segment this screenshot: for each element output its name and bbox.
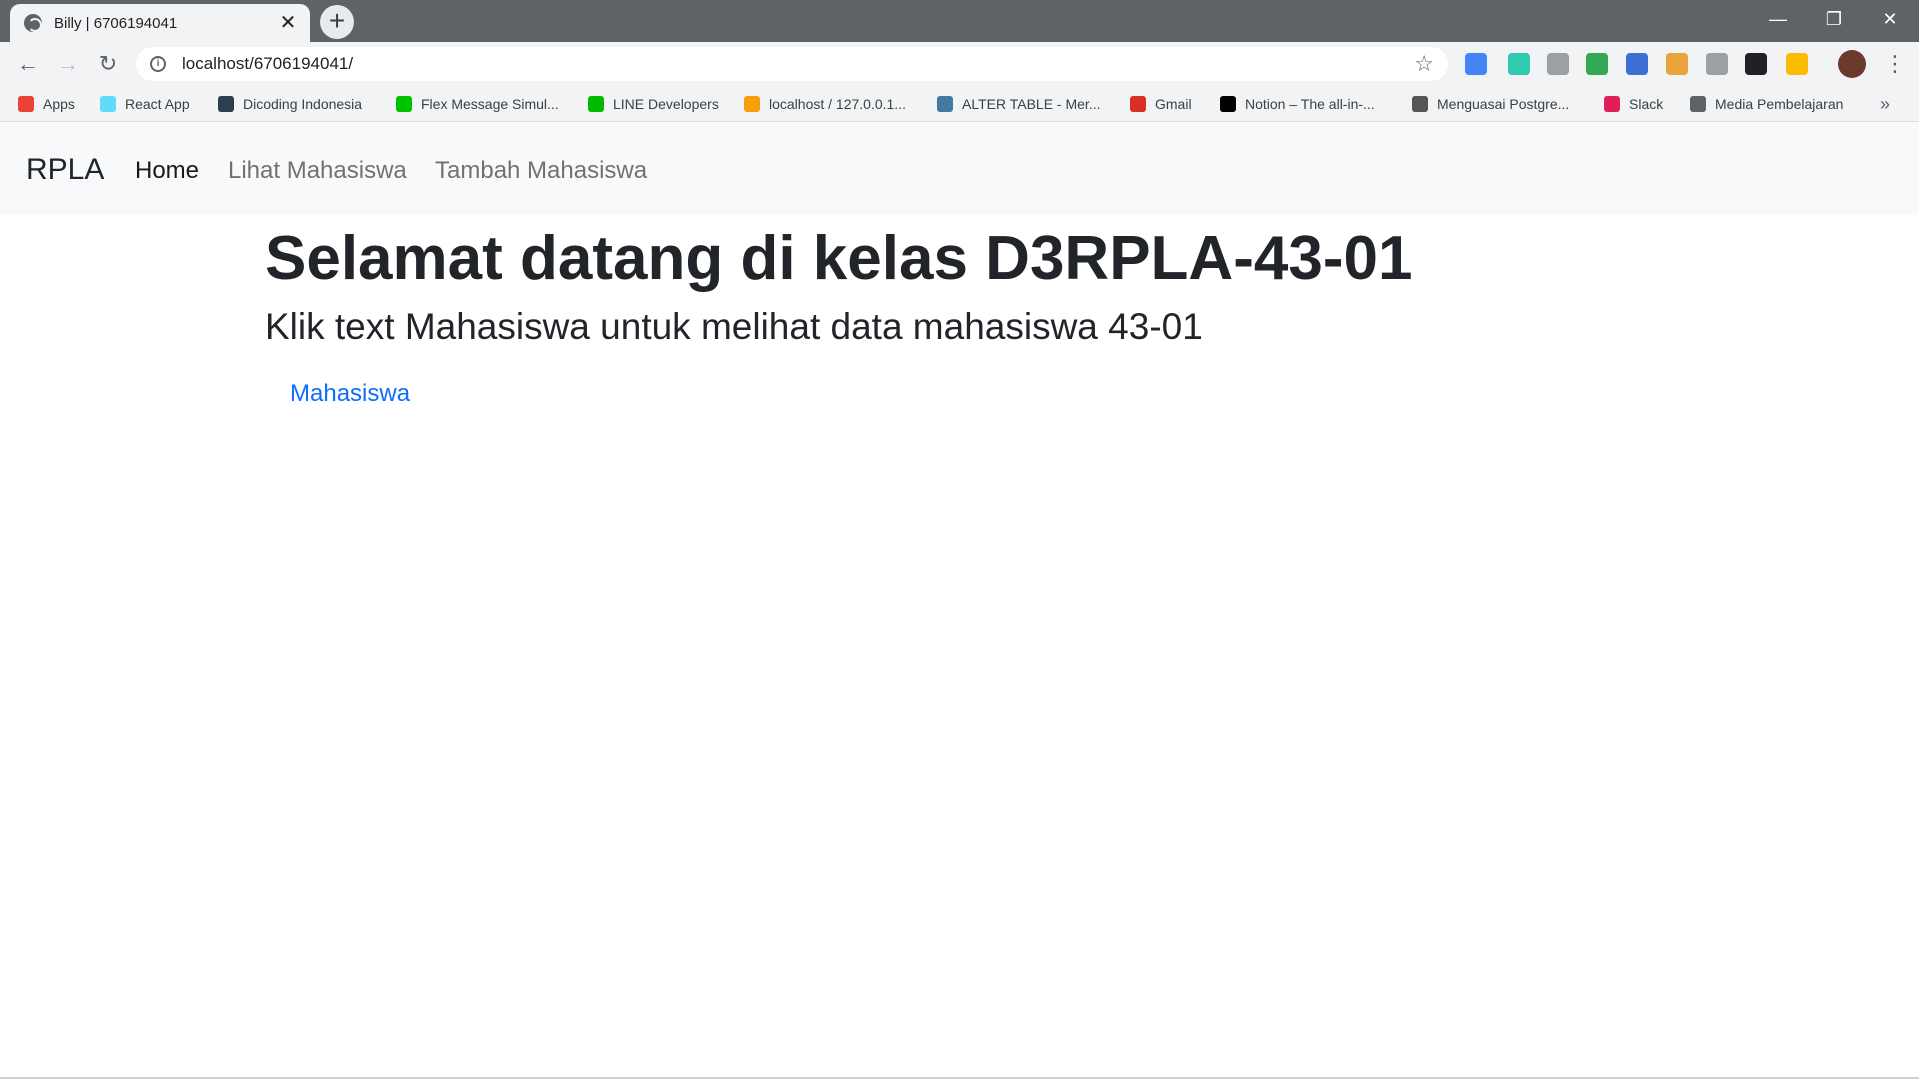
settings-extension-icon[interactable] — [1706, 53, 1728, 75]
navbar-brand[interactable]: RPLA — [26, 155, 104, 185]
bookmark-item[interactable]: ALTER TABLE - Mer... — [937, 94, 1100, 114]
forward-button[interactable]: → — [54, 50, 82, 78]
tab-title: Billy | 6706194041 — [54, 14, 178, 32]
bookmark-item[interactable]: Dicoding Indonesia — [218, 94, 362, 114]
bookmark-item[interactable]: LINE Developers — [588, 94, 719, 114]
phpmyadmin-icon — [744, 96, 760, 112]
globe-icon — [24, 14, 42, 32]
font-extension-icon[interactable] — [1745, 53, 1767, 75]
site-navbar: RPLA Home Lihat Mahasiswa Tambah Mahasis… — [0, 122, 1919, 215]
browser-menu-icon[interactable]: ⋮ — [1884, 50, 1906, 78]
bookmark-star-icon[interactable]: ☆ — [1414, 51, 1434, 77]
bookmark-label: Media Pembelajaran — [1715, 96, 1844, 112]
line-icon — [588, 96, 604, 112]
mahasiswa-link[interactable]: Mahasiswa — [290, 380, 410, 408]
bookmark-label: Menguasai Postgre... — [1437, 96, 1570, 112]
browser-tabstrip: Billy | 6706194041 ✕ + — ❐ ✕ — [0, 0, 1919, 42]
apps-grid-icon — [18, 96, 34, 112]
page-title: Selamat datang di kelas D3RPLA-43-01 — [265, 224, 1413, 293]
reload-button[interactable]: ↻ — [94, 50, 122, 78]
line-flex-icon — [396, 96, 412, 112]
gmail-icon — [1130, 96, 1146, 112]
bookmark-label: LINE Developers — [613, 96, 719, 112]
bookmark-item[interactable]: Media Pembelajaran — [1690, 94, 1843, 114]
translate-extension-icon[interactable] — [1465, 53, 1487, 75]
chat-extension-icon[interactable] — [1626, 53, 1648, 75]
react-icon — [100, 96, 116, 112]
bookmark-label: Notion – The all-in-... — [1245, 96, 1375, 112]
bookmark-label: React App — [125, 96, 190, 112]
globe-extension-icon[interactable] — [1586, 53, 1608, 75]
page-subtitle: Klik text Mahasiswa untuk melihat data m… — [265, 306, 1203, 347]
new-tab-button[interactable]: + — [320, 5, 354, 39]
bookmark-label: Apps — [43, 96, 75, 112]
dicoding-icon — [218, 96, 234, 112]
bookmark-label: ALTER TABLE - Mer... — [962, 96, 1101, 112]
slack-icon — [1604, 96, 1620, 112]
bookmarks-bar: Apps React App Dicoding Indonesia Flex Mess… — [0, 86, 1919, 122]
close-window-button[interactable]: ✕ — [1862, 0, 1918, 38]
bookmark-item[interactable]: Flex Message Simul... — [396, 94, 559, 114]
bookmark-label: Gmail — [1155, 96, 1192, 112]
bookmarks-more-icon[interactable]: » — [1880, 94, 1890, 115]
nav-link-tambah-mahasiswa[interactable]: Tambah Mahasiswa — [435, 158, 647, 184]
star-extension-icon[interactable] — [1786, 53, 1808, 75]
feather-icon — [1412, 96, 1428, 112]
bookmark-item[interactable]: Slack — [1604, 94, 1663, 114]
globe-icon — [1690, 96, 1706, 112]
bookmark-item[interactable]: Notion – The all-in-... — [1220, 94, 1375, 114]
bookmark-label: localhost / 127.0.0.1... — [769, 96, 906, 112]
url-text[interactable]: localhost/6706194041/ — [182, 54, 1414, 74]
site-info-icon[interactable]: i — [150, 56, 166, 72]
restore-button[interactable]: ❐ — [1806, 0, 1862, 38]
back-button[interactable]: ← — [14, 50, 42, 78]
profile-avatar[interactable] — [1838, 50, 1866, 78]
nav-link-lihat-mahasiswa[interactable]: Lihat Mahasiswa — [228, 158, 407, 184]
bookmark-item[interactable]: Gmail — [1130, 94, 1192, 114]
nav-link-home[interactable]: Home — [135, 158, 199, 184]
speed-extension-icon[interactable] — [1508, 53, 1530, 75]
bookmark-item[interactable]: React App — [100, 94, 190, 114]
bookmark-label: Flex Message Simul... — [421, 96, 559, 112]
mysql-icon — [937, 96, 953, 112]
cast-extension-icon[interactable] — [1547, 53, 1569, 75]
browser-tab[interactable]: Billy | 6706194041 ✕ — [10, 4, 310, 42]
bookmark-item[interactable]: localhost / 127.0.0.1... — [744, 94, 906, 114]
notion-icon — [1220, 96, 1236, 112]
bookmark-label: Dicoding Indonesia — [243, 96, 363, 112]
address-bar[interactable]: i localhost/6706194041/ ☆ — [136, 47, 1448, 81]
browser-toolbar: ← → ↻ i localhost/6706194041/ ☆ ⋮ — [0, 42, 1919, 86]
cookie-extension-icon[interactable] — [1666, 53, 1688, 75]
minimize-button[interactable]: — — [1750, 0, 1806, 38]
close-tab-icon[interactable]: ✕ — [278, 13, 298, 33]
bookmark-item[interactable]: Apps — [18, 94, 75, 114]
bookmark-label: Slack — [1629, 96, 1664, 112]
bookmark-item[interactable]: Menguasai Postgre... — [1412, 94, 1569, 114]
